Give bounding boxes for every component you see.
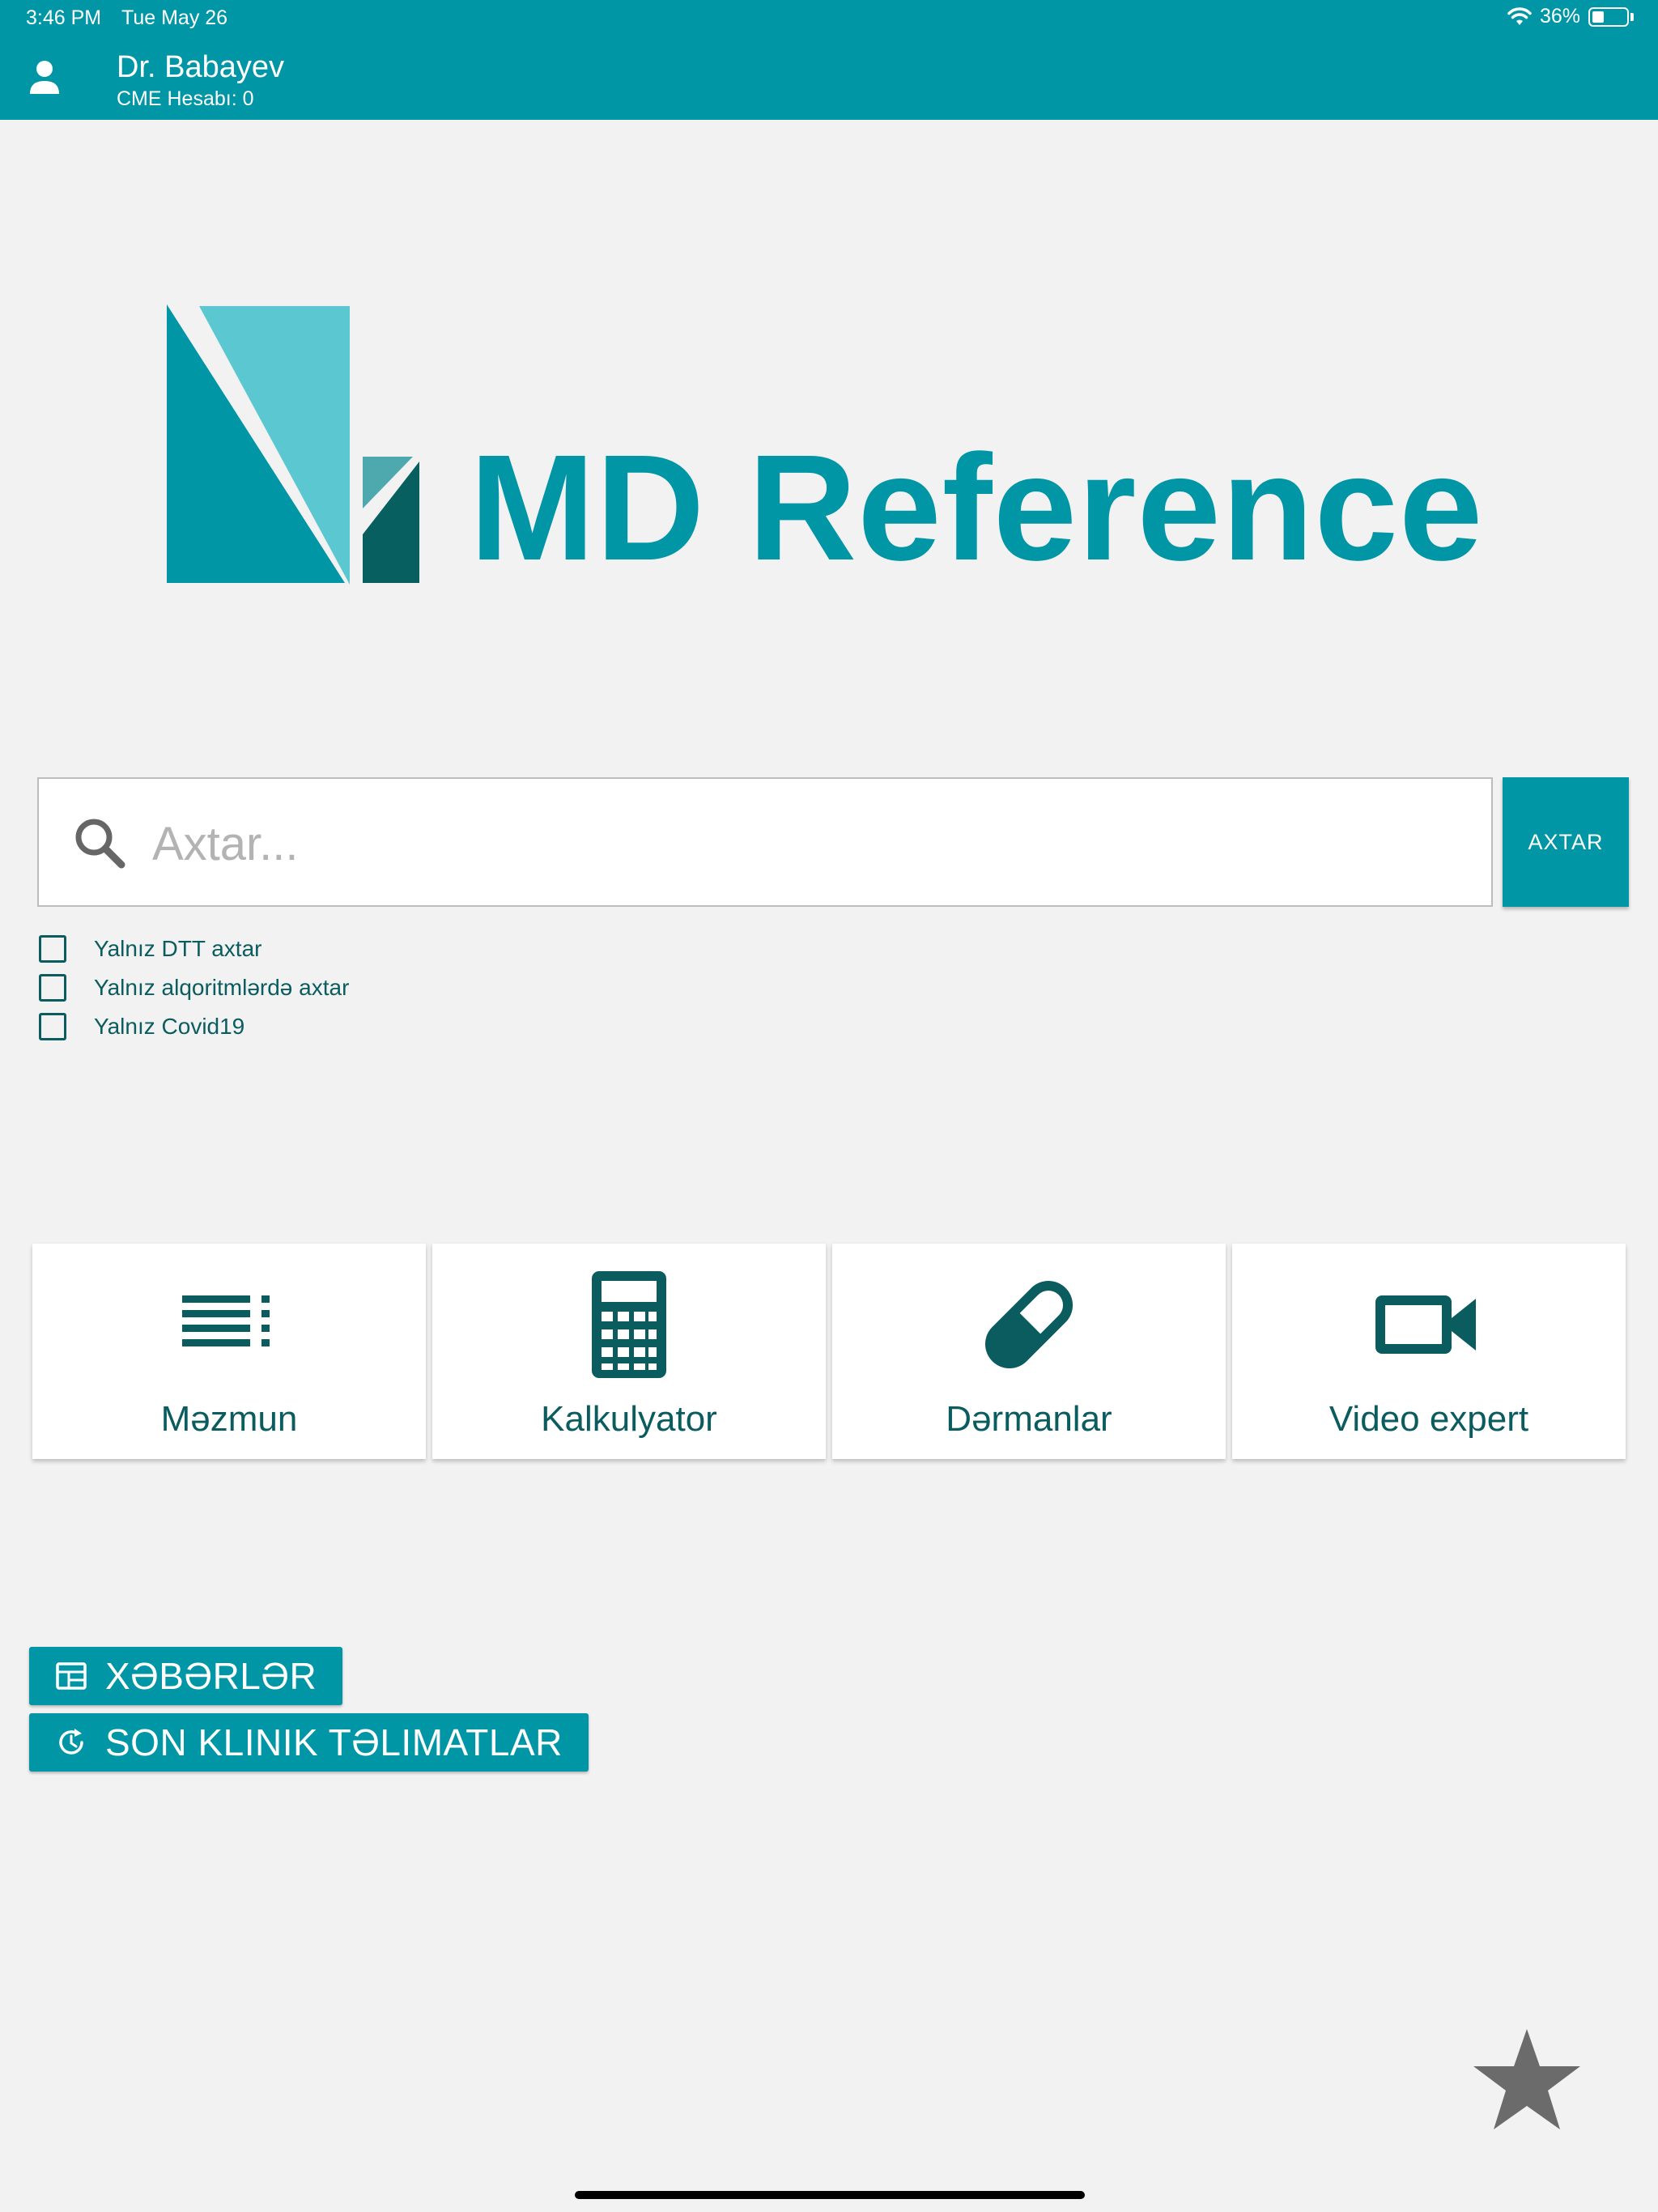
wifi-icon [1507,6,1532,25]
newspaper-icon [56,1662,87,1690]
top-bar: 3:46 PM Tue May 26 36% Dr. Babayev CME H… [0,0,1658,120]
tile-contents[interactable]: Məzmun [32,1244,426,1459]
filter-algorithms[interactable]: Yalnız alqoritmlərdə axtar [39,968,349,1007]
user-icon[interactable] [29,60,60,96]
checkbox[interactable] [39,974,66,1002]
news-label: XƏBƏRLƏR [105,1655,317,1697]
history-icon [59,1729,83,1755]
home-indicator[interactable] [575,2191,1085,2199]
battery-percent: 36% [1539,5,1580,28]
clinical-guidelines-button[interactable]: SON KLINIK TƏLIMATLAR [29,1713,589,1772]
tile-calculator[interactable]: Kalkulyator [432,1244,826,1459]
guidelines-label: SON KLINIK TƏLIMATLAR [105,1721,563,1763]
filter-covid19[interactable]: Yalnız Covid19 [39,1007,349,1046]
list-icon [182,1295,270,1346]
tile-label: Video expert [1329,1399,1529,1439]
tile-label: Məzmun [160,1399,298,1439]
cme-score: CME Hesabı: 0 [117,87,254,110]
search-input[interactable] [152,803,1448,884]
search-box[interactable] [37,777,1493,907]
video-camera-icon [1375,1295,1476,1354]
filter-dtt[interactable]: Yalnız DTT axtar [39,929,349,968]
tile-label: Kalkulyator [541,1399,717,1439]
tile-video-expert[interactable]: Video expert [1232,1244,1626,1459]
app-logo: MD Reference [162,300,1506,591]
filter-label: Yalnız Covid19 [94,1014,245,1039]
logo-mark-icon [167,304,419,585]
filter-label: Yalnız alqoritmlərdə axtar [94,975,350,1000]
user-name[interactable]: Dr. Babayev [117,50,284,85]
checkbox[interactable] [39,1013,66,1040]
status-time: 3:46 PM [26,6,102,29]
star-icon[interactable] [1470,2026,1584,2134]
pill-icon [984,1280,1073,1369]
search-icon [75,819,125,869]
battery-icon [1588,6,1629,27]
tile-label: Dərmanlar [946,1399,1112,1439]
news-button[interactable]: XƏBƏRLƏR [29,1647,343,1705]
search-filters: Yalnız DTT axtar Yalnız alqoritmlərdə ax… [39,929,349,1046]
logo-text: MD Reference [470,424,1484,592]
checkbox[interactable] [39,935,66,963]
tile-drugs[interactable]: Dərmanlar [832,1244,1226,1459]
status-date: Tue May 26 [121,6,228,29]
battery-level [1592,11,1604,23]
calculator-icon [592,1271,666,1378]
search-button[interactable]: AXTAR [1503,777,1629,907]
status-indicators: 36% [1507,5,1634,28]
main-menu-tiles: Məzmun Kalkulyator Dərmanlar Video exper… [32,1244,1626,1459]
battery-tip [1630,12,1634,21]
filter-label: Yalnız DTT axtar [94,936,262,961]
